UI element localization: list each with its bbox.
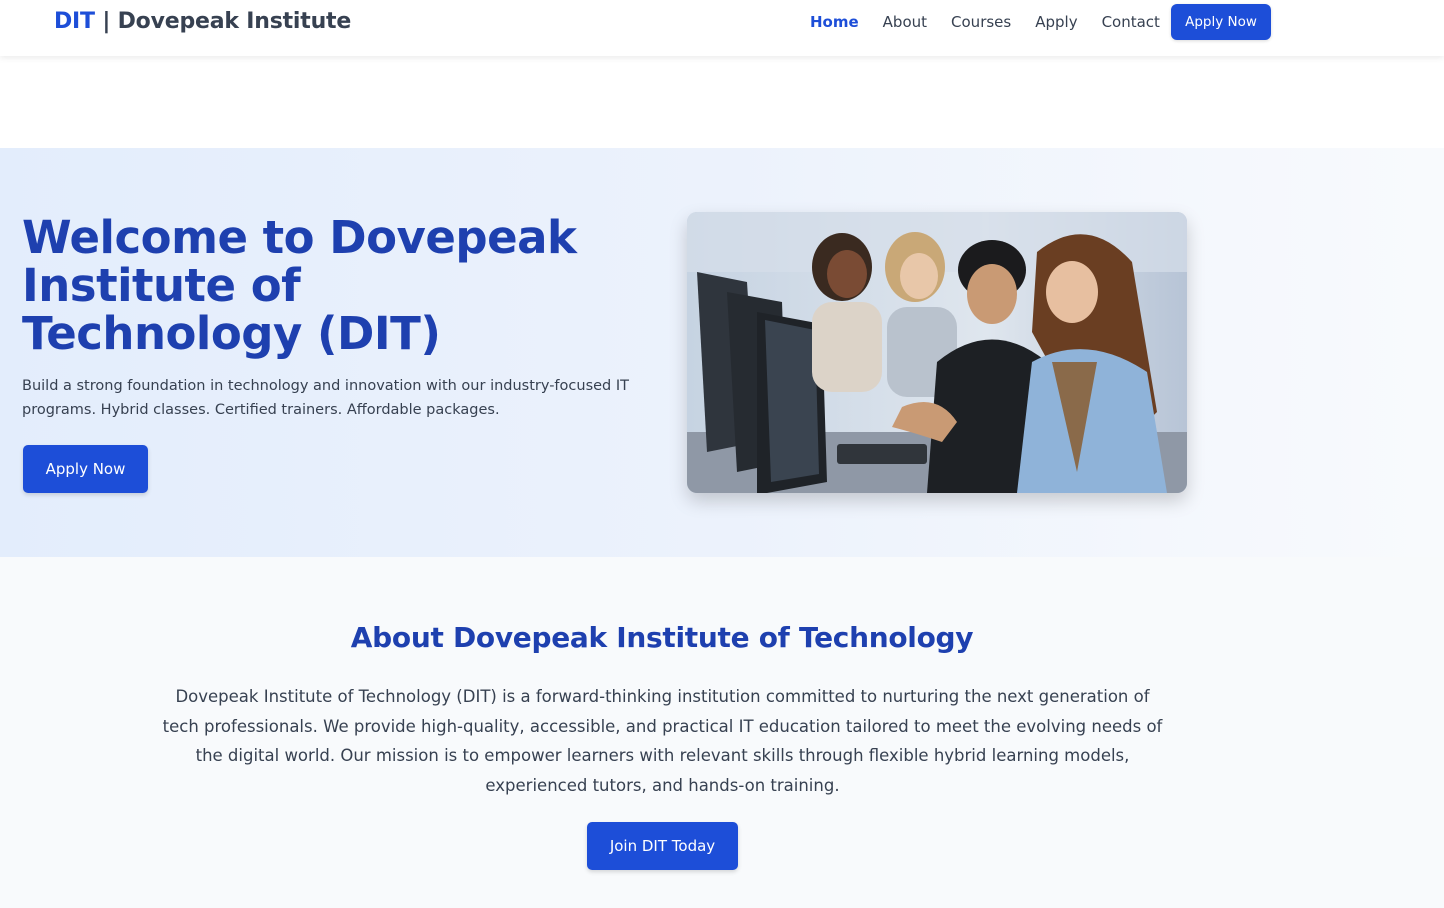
nav-about-link[interactable]: About xyxy=(883,13,927,31)
nav-apply-link[interactable]: Apply xyxy=(1035,13,1077,31)
nav-contact-link[interactable]: Contact xyxy=(1102,13,1160,31)
brand-name: | Dovepeak Institute xyxy=(94,9,352,34)
join-dit-button[interactable]: Join DIT Today xyxy=(587,822,738,870)
main-nav: Home About Courses Apply Contact xyxy=(810,13,1160,31)
about-section: About Dovepeak Institute of Technology D… xyxy=(0,557,1444,908)
about-title: About Dovepeak Institute of Technology xyxy=(350,621,974,654)
header-apply-now-button[interactable]: Apply Now xyxy=(1171,4,1271,40)
hero-section: Welcome to Dovepeak Institute of Technol… xyxy=(0,148,1444,557)
about-description: Dovepeak Institute of Technology (DIT) i… xyxy=(162,687,1163,795)
nav-courses-link[interactable]: Courses xyxy=(951,13,1011,31)
site-header: DIT | Dovepeak Institute Home About Cour… xyxy=(0,0,1444,56)
brand-abbreviation: DIT xyxy=(54,9,95,34)
hero-students-image xyxy=(687,212,1187,493)
nav-home-link[interactable]: Home xyxy=(810,13,859,31)
brand-logo[interactable]: DIT | Dovepeak Institute xyxy=(54,9,351,34)
hero-description: Build a strong foundation in technology … xyxy=(22,378,629,418)
hero-apply-now-button[interactable]: Apply Now xyxy=(23,445,148,493)
hero-title: Welcome to Dovepeak Institute of Technol… xyxy=(22,211,577,360)
